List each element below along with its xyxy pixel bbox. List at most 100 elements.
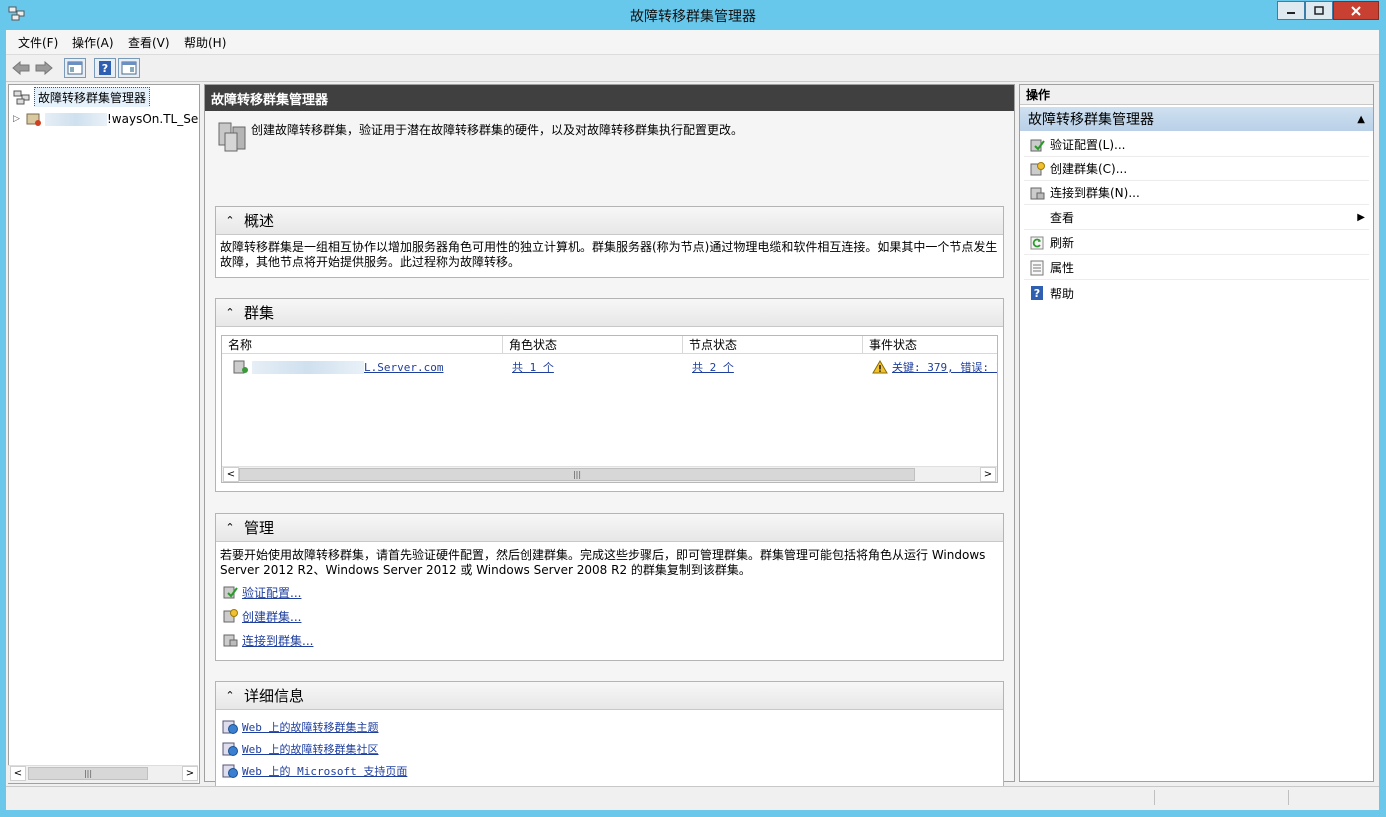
- connect-cluster-link[interactable]: 连接到群集...: [242, 632, 313, 649]
- details-section: ⌃ 详细信息 Web 上的故障转移群集主题 Web 上的故障转移群集社区 Web…: [215, 681, 1004, 791]
- collapse-chevron-icon[interactable]: ⌃: [216, 521, 244, 534]
- web-community-row[interactable]: Web 上的故障转移群集社区: [222, 740, 379, 758]
- show-hide-console-tree-button[interactable]: [64, 58, 86, 78]
- column-header-name[interactable]: 名称: [222, 336, 503, 354]
- management-text-line-2: Server 2012 R2、Windows Server 2012 或 Win…: [220, 563, 751, 577]
- tree-root-label: 故障转移群集管理器: [34, 87, 151, 107]
- overview-title: 概述: [244, 212, 275, 230]
- forward-button[interactable]: [33, 58, 55, 78]
- minimize-button[interactable]: [1277, 1, 1305, 20]
- action-properties-label: 属性: [1050, 261, 1075, 275]
- maximize-button[interactable]: [1305, 1, 1333, 20]
- cluster-icon: [26, 113, 41, 126]
- status-bar: [6, 786, 1379, 807]
- column-header-event-status[interactable]: 事件状态: [863, 336, 997, 354]
- action-validate-label: 验证配置(L)...: [1050, 138, 1126, 152]
- menu-action[interactable]: 操作(A): [72, 34, 114, 51]
- scroll-thumb[interactable]: |||: [28, 767, 148, 780]
- redacted-name: [252, 360, 364, 374]
- status-separator: [1154, 790, 1155, 805]
- create-cluster-link[interactable]: 创建群集...: [242, 608, 301, 625]
- show-hide-action-pane-button[interactable]: [118, 58, 140, 78]
- overview-header[interactable]: ⌃ 概述: [216, 207, 1003, 235]
- refresh-icon: [1030, 236, 1044, 249]
- menu-bar: 文件(F) 操作(A) 查看(V) 帮助(H): [6, 30, 1379, 54]
- collapse-chevron-icon[interactable]: ⌃: [216, 214, 244, 227]
- scroll-right-icon[interactable]: >: [980, 467, 996, 482]
- create-cluster-icon: [223, 609, 238, 623]
- event-status-link[interactable]: 关键: 379, 错误: 1: [892, 359, 997, 375]
- collapse-up-icon[interactable]: ▲: [1357, 114, 1365, 125]
- role-status-link[interactable]: 共 1 个: [512, 359, 554, 375]
- table-row[interactable]: L.Server.com: [232, 358, 502, 376]
- actions-pane: 操作 故障转移群集管理器 ▲ 验证配置(L)... 创建群集(C)... 连接到…: [1019, 84, 1374, 782]
- action-create-cluster[interactable]: 创建群集(C)...: [1024, 157, 1369, 181]
- scroll-thumb[interactable]: |||: [239, 468, 915, 481]
- clusters-header[interactable]: ⌃ 群集: [216, 299, 1003, 327]
- forward-arrow-icon: [35, 61, 53, 75]
- menu-help[interactable]: 帮助(H): [184, 34, 226, 51]
- cluster-servers-icon: [218, 122, 246, 152]
- cluster-name-link[interactable]: L.Server.com: [364, 361, 443, 374]
- tree-horizontal-scrollbar[interactable]: < ||| >: [8, 765, 198, 783]
- menu-file[interactable]: 文件(F): [18, 34, 58, 51]
- scroll-left-icon[interactable]: <: [223, 467, 239, 482]
- node-status-link[interactable]: 共 2 个: [692, 359, 734, 375]
- web-globe-icon: [222, 764, 238, 778]
- clusters-list[interactable]: 名称 角色状态 节点状态 事件状态 L.Server.com 共 1 个 共 2…: [221, 335, 998, 483]
- action-help[interactable]: ? 帮助: [1024, 281, 1369, 305]
- svg-text:?: ?: [102, 62, 108, 75]
- help-toolbar-button[interactable]: ?: [94, 58, 116, 78]
- web-topic-link[interactable]: Web 上的故障转移群集主题: [242, 719, 379, 735]
- create-cluster-icon: [1030, 161, 1045, 175]
- scroll-right-icon[interactable]: >: [182, 766, 198, 781]
- results-pane: 故障转移群集管理器 创建故障转移群集，验证用于潜在故障转移群集的硬件，以及对故障…: [204, 84, 1015, 791]
- action-refresh-label: 刷新: [1050, 236, 1075, 250]
- results-pane-header: 故障转移群集管理器: [205, 85, 1014, 111]
- create-cluster-row[interactable]: 创建群集...: [222, 607, 301, 625]
- cluster-icon: [233, 360, 248, 374]
- back-arrow-icon: [12, 61, 30, 75]
- tree-node-root[interactable]: 故障转移群集管理器: [13, 87, 151, 107]
- list-horizontal-scrollbar[interactable]: < ||| >: [222, 466, 997, 482]
- column-header-node-status[interactable]: 节点状态: [683, 336, 863, 354]
- action-properties[interactable]: 属性: [1024, 256, 1369, 280]
- warning-icon: [872, 360, 888, 374]
- expand-arrow-icon[interactable]: ▷: [13, 114, 25, 124]
- action-view[interactable]: 查看 ▶: [1024, 206, 1369, 230]
- web-globe-icon: [222, 742, 238, 756]
- collapse-chevron-icon[interactable]: ⌃: [216, 689, 244, 702]
- action-connect-label: 连接到群集(N)...: [1050, 186, 1140, 200]
- overview-section: ⌃ 概述 故障转移群集是一组相互协作以增加服务器角色可用性的独立计算机。群集服务…: [215, 206, 1004, 278]
- action-create-label: 创建群集(C)...: [1050, 162, 1128, 176]
- actions-group-header[interactable]: 故障转移群集管理器 ▲: [1020, 107, 1373, 131]
- action-connect-cluster[interactable]: 连接到群集(N)...: [1024, 181, 1369, 205]
- menu-view[interactable]: 查看(V): [128, 34, 170, 51]
- details-header[interactable]: ⌃ 详细信息: [216, 682, 1003, 710]
- tree-node-cluster[interactable]: ▷ !waysOn.TL_Se: [13, 109, 199, 129]
- console-tree[interactable]: 故障转移群集管理器 ▷ !waysOn.TL_Se: [8, 84, 200, 784]
- properties-icon: [1030, 260, 1044, 275]
- validate-icon: [1030, 139, 1045, 151]
- scroll-left-icon[interactable]: <: [10, 766, 26, 781]
- web-topic-row[interactable]: Web 上的故障转移群集主题: [222, 718, 379, 736]
- column-header-role-status[interactable]: 角色状态: [503, 336, 683, 354]
- collapse-chevron-icon[interactable]: ⌃: [216, 306, 244, 319]
- validate-config-link[interactable]: 验证配置...: [242, 584, 301, 601]
- action-refresh[interactable]: 刷新: [1024, 231, 1369, 255]
- web-community-link[interactable]: Web 上的故障转移群集社区: [242, 741, 379, 757]
- overview-text: 故障转移群集是一组相互协作以增加服务器角色可用性的独立计算机。群集服务器(称为节…: [220, 240, 998, 269]
- connect-cluster-row[interactable]: 连接到群集...: [222, 631, 313, 649]
- action-validate-config[interactable]: 验证配置(L)...: [1024, 133, 1369, 157]
- web-support-row[interactable]: Web 上的 Microsoft 支持页面: [222, 762, 407, 780]
- close-icon: [1351, 5, 1361, 16]
- management-header[interactable]: ⌃ 管理: [216, 514, 1003, 542]
- intro-text: 创建故障转移群集，验证用于潜在故障转移群集的硬件，以及对故障转移群集执行配置更改…: [251, 123, 744, 137]
- close-button[interactable]: [1333, 1, 1379, 20]
- role-status-cell: 共 1 个: [512, 358, 672, 376]
- back-button[interactable]: [10, 58, 32, 78]
- actions-pane-title: 操作: [1020, 85, 1373, 105]
- validate-icon: [223, 586, 238, 599]
- validate-config-row[interactable]: 验证配置...: [222, 583, 301, 601]
- web-support-link[interactable]: Web 上的 Microsoft 支持页面: [242, 763, 407, 779]
